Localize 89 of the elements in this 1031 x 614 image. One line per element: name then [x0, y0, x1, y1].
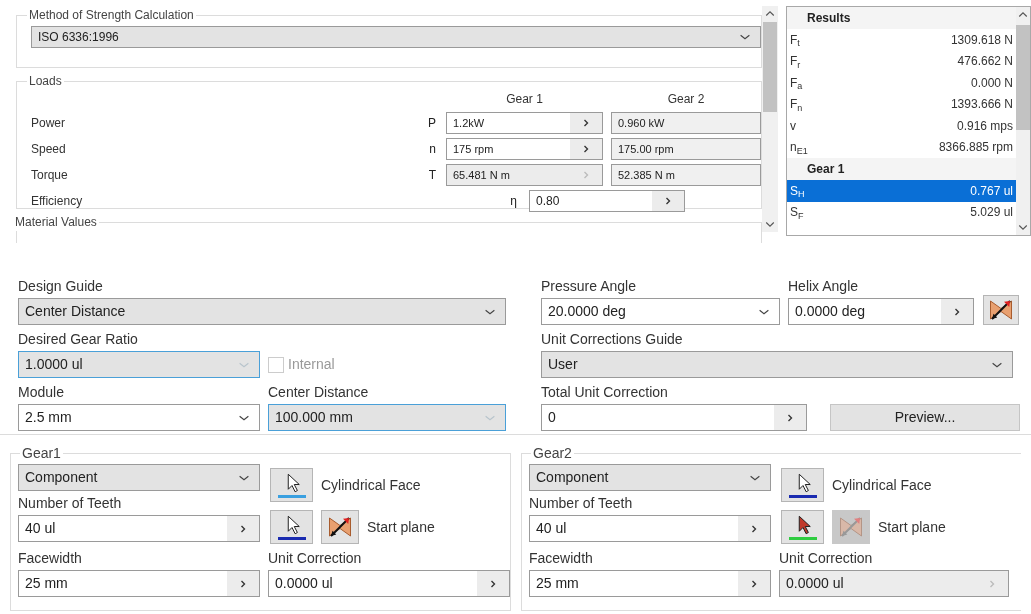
row-label: Power	[31, 115, 66, 132]
input-field[interactable]: 25 mm	[529, 570, 771, 597]
field-label: Pressure Angle	[541, 278, 637, 295]
more-button[interactable]	[227, 516, 259, 541]
more-button[interactable]	[570, 139, 602, 159]
plane-button[interactable]	[321, 510, 359, 544]
input-field[interactable]: 52.385 N m	[611, 164, 761, 186]
combo-box[interactable]: 20.0000 deg	[541, 298, 780, 325]
field-label: Module	[18, 384, 65, 401]
result-row[interactable]: v 0.916 mps	[787, 115, 1016, 137]
row-label: Speed	[31, 141, 67, 158]
input-field[interactable]: 1.2kW	[446, 112, 603, 134]
dropdown[interactable]: Component	[529, 464, 771, 491]
more-button[interactable]	[738, 516, 770, 541]
field-label: Number of Teeth	[529, 495, 634, 512]
more-button[interactable]	[570, 113, 602, 133]
symbol-label: η	[510, 193, 517, 210]
result-row[interactable]: F$_{r}$ 476.662 N	[787, 50, 1016, 72]
input-field[interactable]: 0	[541, 404, 807, 431]
row-label: Efficiency	[31, 193, 84, 210]
column-header: Gear 1	[505, 91, 544, 108]
select-button[interactable]	[270, 468, 313, 502]
group-title: Material Values	[14, 214, 98, 231]
input-field[interactable]: 40 ul	[529, 515, 771, 542]
dropdown[interactable]: ISO 6336:1996	[31, 26, 761, 48]
scroll-thumb[interactable]	[1016, 25, 1030, 130]
combo-box[interactable]: 2.5 mm	[18, 404, 260, 431]
field-label: Unit Corrections Guide	[541, 331, 684, 348]
input-field[interactable]: 0.960 kW	[611, 112, 761, 134]
field-label: Unit Correction	[268, 550, 363, 567]
select-button[interactable]	[270, 510, 313, 544]
more-button[interactable]	[227, 571, 259, 596]
panel-title: Results	[787, 7, 1016, 29]
result-row[interactable]: n$_{E1}$ 8366.885 rpm	[787, 136, 1016, 158]
result-row[interactable]: F$_{n}$ 1393.666 N	[787, 93, 1016, 115]
plane-button[interactable]	[983, 295, 1019, 325]
result-row[interactable]: S$_{H}$ 0.767 ul	[787, 180, 1016, 202]
field-label: Design Guide	[18, 278, 104, 295]
field-label: Facewidth	[529, 550, 594, 567]
input-field[interactable]: 175.00 rpm	[611, 138, 761, 160]
result-row[interactable]: S$_{F}$ 5.029 ul	[787, 201, 1016, 223]
more-button[interactable]	[738, 571, 770, 596]
input-field[interactable]: 0.80	[529, 190, 685, 212]
field-label: Desired Gear Ratio	[18, 331, 139, 348]
field-label: Unit Correction	[779, 550, 874, 567]
scrollbar[interactable]	[762, 6, 778, 232]
more-button[interactable]	[652, 191, 684, 211]
row-label: Torque	[31, 167, 69, 184]
scroll-thumb[interactable]	[763, 22, 777, 112]
dropdown[interactable]: Component	[18, 464, 260, 491]
plane-arrow-icon	[328, 515, 352, 539]
input-field[interactable]: 25 mm	[18, 570, 260, 597]
dropdown[interactable]: 100.000 mm	[268, 404, 506, 431]
symbol-label: n	[428, 141, 437, 158]
group-title: Gear2	[532, 444, 573, 463]
dropdown[interactable]: User	[541, 351, 1013, 378]
picker-label: Cylindrical Face	[321, 475, 421, 495]
input-field[interactable]: 0.0000 ul	[268, 570, 510, 597]
input-field[interactable]: 175 rpm	[446, 138, 603, 160]
result-row[interactable]: F$_{t}$ 1309.618 N	[787, 29, 1016, 51]
group-title: Loads	[28, 73, 63, 90]
scrollbar[interactable]	[1016, 7, 1030, 235]
dropdown[interactable]: 1.0000 ul	[18, 351, 260, 378]
more-button[interactable]	[477, 571, 509, 596]
group-header: Gear 1	[787, 158, 1016, 180]
picker-label: Cylindrical Face	[832, 475, 932, 495]
dropdown[interactable]: Center Distance	[18, 298, 506, 325]
picker-label: Start plane	[878, 517, 946, 537]
select-button[interactable]	[781, 510, 824, 544]
result-row[interactable]: F$_{a}$ 0.000 N	[787, 72, 1016, 94]
plane-arrow-icon	[989, 298, 1013, 322]
select-button[interactable]	[781, 468, 824, 502]
group-title: Gear1	[21, 444, 62, 463]
symbol-label: P	[427, 115, 437, 132]
field-label: Helix Angle	[788, 278, 860, 295]
field-label: Center Distance	[268, 384, 370, 401]
preview-button[interactable]: Preview...	[830, 404, 1020, 431]
symbol-label: T	[427, 167, 437, 184]
field-label: Total Unit Correction	[541, 384, 669, 401]
field-label: Number of Teeth	[18, 495, 123, 512]
plane-arrow-icon	[839, 515, 863, 539]
more-button[interactable]	[941, 299, 973, 324]
more-button[interactable]	[774, 405, 806, 430]
input-field[interactable]: 0.0000 deg	[788, 298, 974, 325]
input-field[interactable]: 40 ul	[18, 515, 260, 542]
field-label: Facewidth	[18, 550, 83, 567]
group-title: Method of Strength Calculation	[28, 7, 195, 24]
picker-label: Start plane	[367, 517, 435, 537]
column-header: Gear 2	[666, 91, 706, 108]
